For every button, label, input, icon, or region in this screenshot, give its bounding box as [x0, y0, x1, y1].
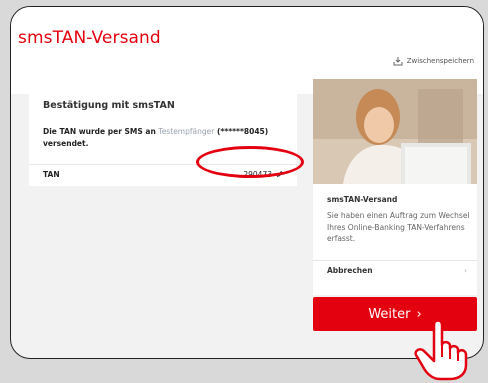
- woman-laptop-photo: [313, 79, 477, 184]
- save-link-label: Zwischenspeichern: [406, 57, 474, 65]
- hand-pointer-icon: [414, 319, 468, 381]
- panel-title: smsTAN-Versand: [327, 195, 398, 204]
- divider: [313, 260, 477, 261]
- chevron-right-icon: ›: [464, 266, 467, 275]
- page-title: smsTAN-Versand: [18, 28, 161, 48]
- tan-label: TAN: [43, 170, 60, 179]
- cancel-link[interactable]: Abbrechen ›: [327, 266, 467, 275]
- save-icon: [393, 57, 403, 66]
- panel-text: Sie haben einen Auftrag zum Wechsel Ihre…: [327, 211, 470, 243]
- text-before: Die TAN wurde per SMS an: [43, 127, 159, 136]
- save-link[interactable]: Zwischenspeichern: [393, 56, 474, 66]
- cancel-label: Abbrechen: [327, 266, 373, 275]
- confirmation-title: Bestätigung mit smsTAN: [43, 100, 175, 111]
- info-panel: smsTAN-Versand Sie haben einen Auftrag z…: [313, 79, 477, 295]
- browser-frame: smsTAN-Versand Zwischenspeichern Bestäti…: [10, 6, 484, 359]
- tan-highlight-circle: [196, 146, 304, 178]
- next-label: Weiter: [368, 306, 411, 322]
- masked-recipient: Testempfänger: [158, 127, 215, 136]
